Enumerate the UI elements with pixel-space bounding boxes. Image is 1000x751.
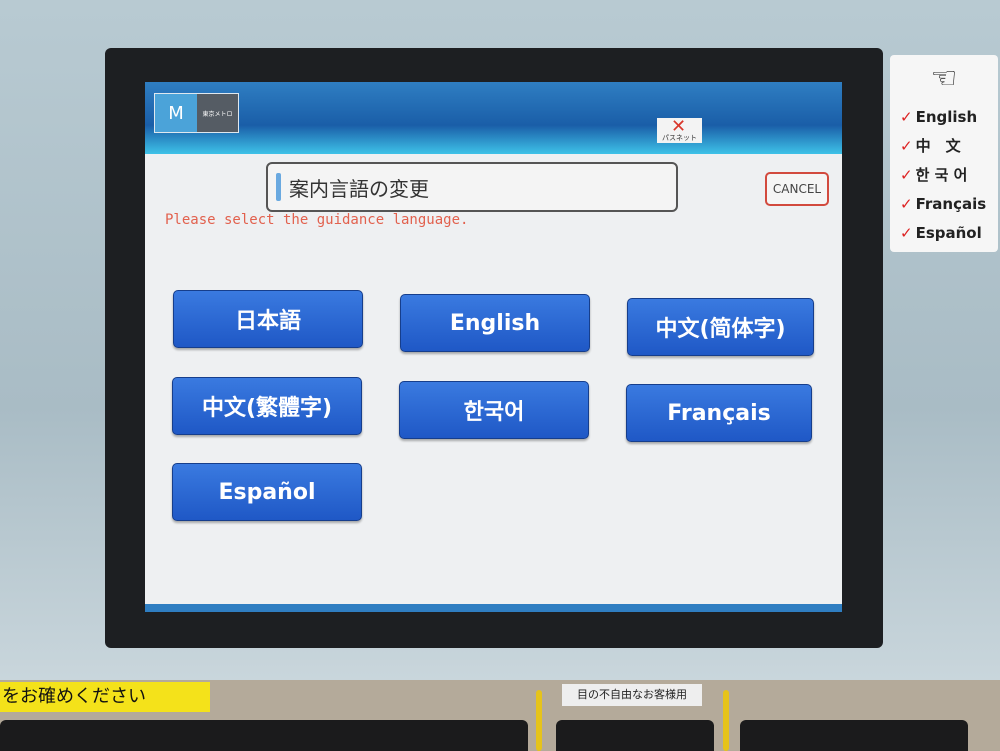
touch-screen: M 東京メトロ ✕ パスネット 案内言語の変更 CANCEL Please sel… — [145, 82, 842, 612]
title-text: 案内言語の変更 — [289, 176, 429, 201]
language-button-traditional-chinese[interactable]: 中文(繁體字) — [172, 377, 362, 435]
accessibility-label: 目の不自由なお客様用 — [562, 684, 702, 706]
tokyo-metro-logo: M 東京メトロ — [154, 93, 239, 133]
logo-text: 東京メトロ — [197, 94, 238, 132]
sticker-item: ✓ 한 국 어 — [900, 166, 968, 184]
language-button-japanese[interactable]: 日本語 — [173, 290, 363, 348]
language-sticker: ☜ ✓ English ✓ 中 文 ✓ 한 국 어 ✓ Français ✓ Españo… — [890, 55, 998, 252]
language-button-french[interactable]: Français — [626, 384, 812, 442]
slot — [740, 720, 968, 751]
yellow-strip — [723, 690, 729, 751]
yellow-notice-label: をお確めください — [0, 682, 210, 712]
pointing-hand-icon: ☜ — [930, 61, 958, 96]
language-button-spanish[interactable]: Español — [172, 463, 362, 521]
sticker-item: ✓ 中 文 — [900, 137, 961, 155]
slot — [556, 720, 714, 751]
yellow-strip — [536, 690, 542, 751]
language-button-simplified-chinese[interactable]: 中文(简体字) — [627, 298, 814, 356]
header-bar: M 東京メトロ ✕ パスネット — [145, 82, 842, 154]
sticker-item: ✓ Español — [900, 224, 982, 242]
cancel-button[interactable]: CANCEL — [765, 172, 829, 206]
page-title: 案内言語の変更 — [266, 162, 678, 212]
sticker-item: ✓ Français — [900, 195, 987, 213]
language-button-english[interactable]: English — [400, 294, 590, 352]
footer-bar — [145, 604, 842, 612]
slot — [0, 720, 528, 751]
metro-logo-icon: M — [155, 94, 197, 132]
instruction-text: Please select the guidance language. — [165, 212, 469, 228]
passnet-disabled-icon: ✕ パスネット — [657, 116, 702, 143]
sticker-item: ✓ English — [900, 108, 978, 126]
language-button-korean[interactable]: 한국어 — [399, 381, 589, 439]
